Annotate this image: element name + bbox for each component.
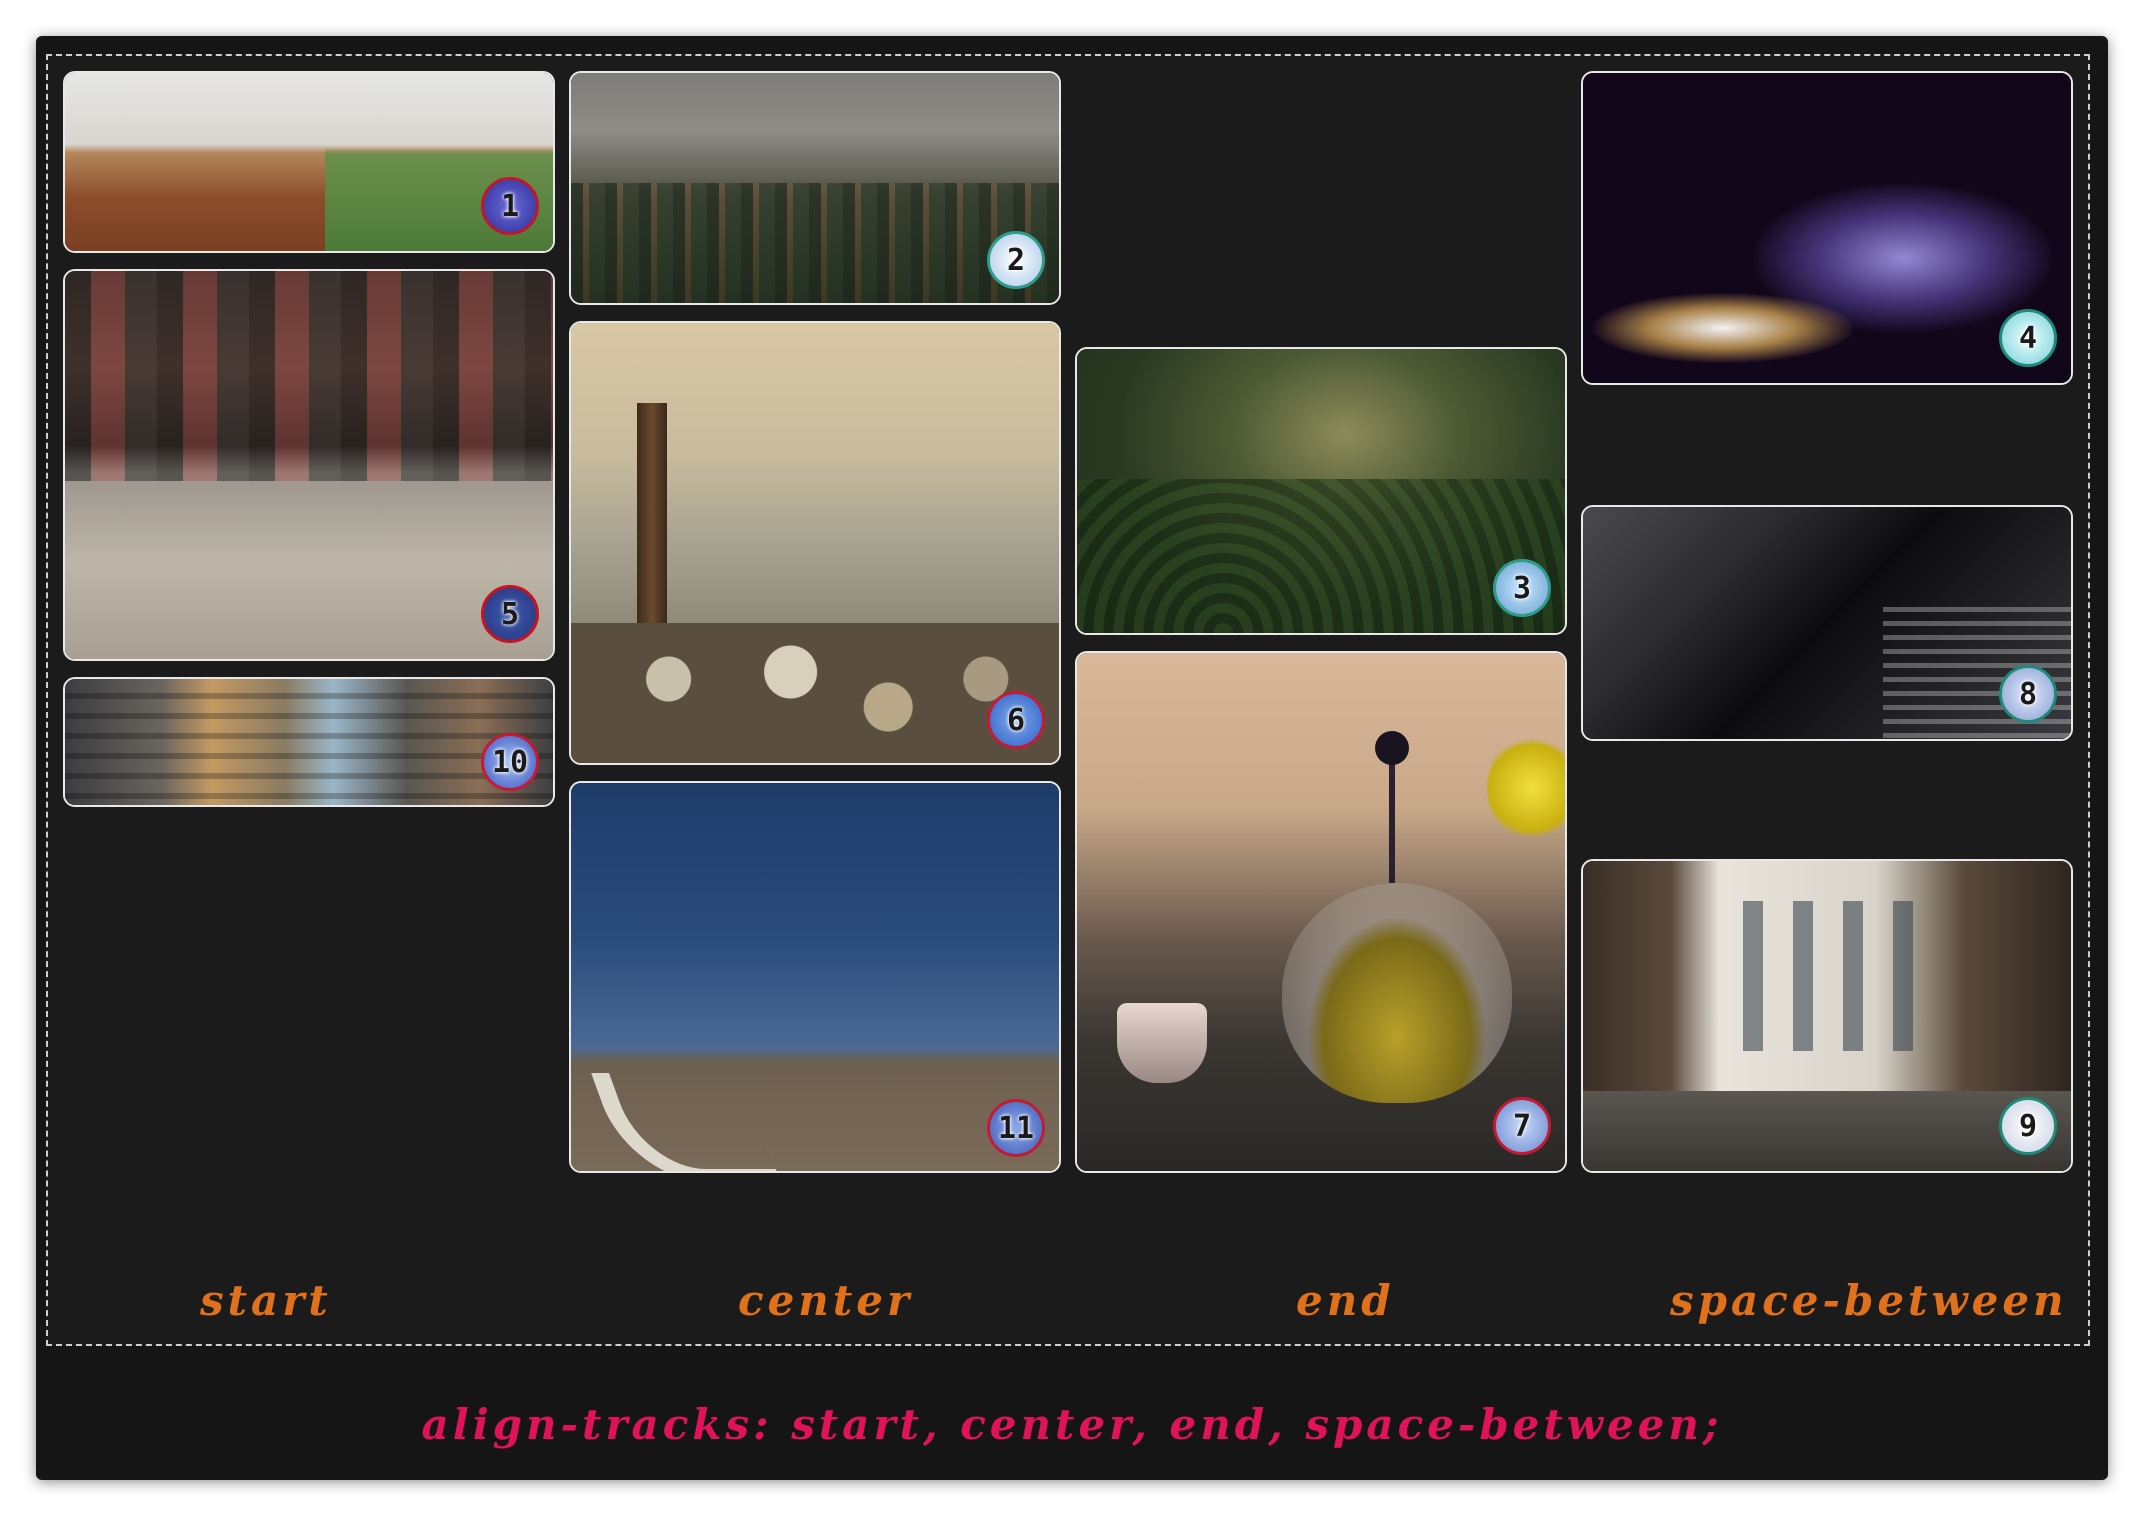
item-number-badge: 4 <box>1999 309 2057 367</box>
forest-trees <box>571 183 1059 303</box>
item-number-badge: 6 <box>987 691 1045 749</box>
cup <box>1117 1003 1207 1083</box>
column-label-end: end <box>1296 1276 1395 1325</box>
teapot-body <box>1282 883 1512 1103</box>
grid-item-3: 3 <box>1075 347 1567 635</box>
item-number-badge: 8 <box>1999 665 2057 723</box>
grid-item-6: 6 <box>569 321 1061 765</box>
css-declaration-caption: align-tracks: start, center, end, space-… <box>421 1400 1723 1449</box>
street-windows <box>1713 901 1931 1051</box>
grid-item-9: 9 <box>1581 859 2073 1173</box>
grid-item-5: 5 <box>63 269 555 661</box>
item-number-badge: 10 <box>481 733 539 791</box>
item-number-badge: 5 <box>481 585 539 643</box>
item-number-badge: 1 <box>481 177 539 235</box>
item-number-badge: 7 <box>1493 1097 1551 1155</box>
teapot-knob <box>1375 731 1409 765</box>
grid-item-2: 2 <box>569 71 1061 305</box>
item-number-badge: 3 <box>1493 559 1551 617</box>
hills-trees <box>1077 479 1565 633</box>
item-number-badge: 9 <box>1999 1097 2057 1155</box>
pebbles-layer <box>571 623 1059 763</box>
grid-item-8: 8 <box>1581 505 2073 741</box>
grid-item-4: 4 <box>1581 71 2073 385</box>
buildings-windows <box>65 679 553 805</box>
yellow-flowers <box>1487 733 1565 843</box>
grid-item-10: 10 <box>63 677 555 807</box>
column-label-start: start <box>200 1276 332 1325</box>
grid-item-11: 11 <box>569 781 1061 1173</box>
grid-item-7: 7 <box>1075 651 1567 1173</box>
street-road <box>1583 1091 2071 1171</box>
subway-detail <box>65 271 553 481</box>
item-number-badge: 11 <box>987 1099 1045 1157</box>
smoke-flame <box>1593 293 1853 363</box>
grid-item-1: 1 <box>63 71 555 253</box>
column-label-space-between: space-between <box>1670 1276 2068 1325</box>
column-label-center: center <box>738 1276 914 1325</box>
item-number-badge: 2 <box>987 231 1045 289</box>
